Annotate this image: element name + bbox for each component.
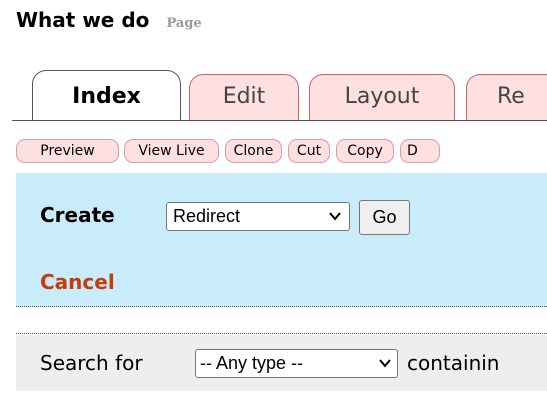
- page-header: What we do Page: [16, 8, 202, 32]
- containing-label: containin: [407, 351, 500, 375]
- view-live-button[interactable]: View Live: [124, 139, 219, 163]
- tab-edit[interactable]: Edit: [189, 74, 299, 120]
- create-type-select[interactable]: Redirect: [166, 202, 350, 231]
- truncated-action-button[interactable]: D: [400, 139, 440, 163]
- page-title: What we do: [16, 8, 150, 32]
- tab-truncated[interactable]: Re: [466, 74, 547, 120]
- search-label: Search for: [40, 351, 143, 375]
- cancel-link[interactable]: Cancel: [40, 270, 115, 294]
- create-panel: Create Redirect Go Cancel: [16, 173, 547, 307]
- copy-button[interactable]: Copy: [336, 139, 394, 163]
- search-type-select[interactable]: -- Any type --: [195, 349, 398, 378]
- create-type-value: Redirect: [173, 206, 241, 226]
- tab-index[interactable]: Index: [32, 70, 181, 120]
- chevron-down-icon: [329, 203, 341, 239]
- tab-bar: Index Edit Layout Re: [32, 70, 547, 120]
- tab-bar-underline: [12, 120, 547, 121]
- search-type-value: -- Any type --: [200, 353, 304, 373]
- search-divider: [16, 333, 547, 334]
- cut-button[interactable]: Cut: [288, 139, 330, 163]
- page-type-label: Page: [166, 16, 202, 31]
- search-bar: Search for -- Any type -- containin: [16, 335, 547, 391]
- preview-button[interactable]: Preview: [16, 139, 119, 163]
- chevron-down-icon: [379, 350, 391, 386]
- create-label: Create: [40, 203, 115, 227]
- action-toolbar: Preview View Live Clone Cut Copy D: [16, 139, 547, 165]
- clone-button[interactable]: Clone: [225, 139, 282, 163]
- go-button[interactable]: Go: [359, 200, 410, 235]
- tab-layout[interactable]: Layout: [309, 74, 455, 120]
